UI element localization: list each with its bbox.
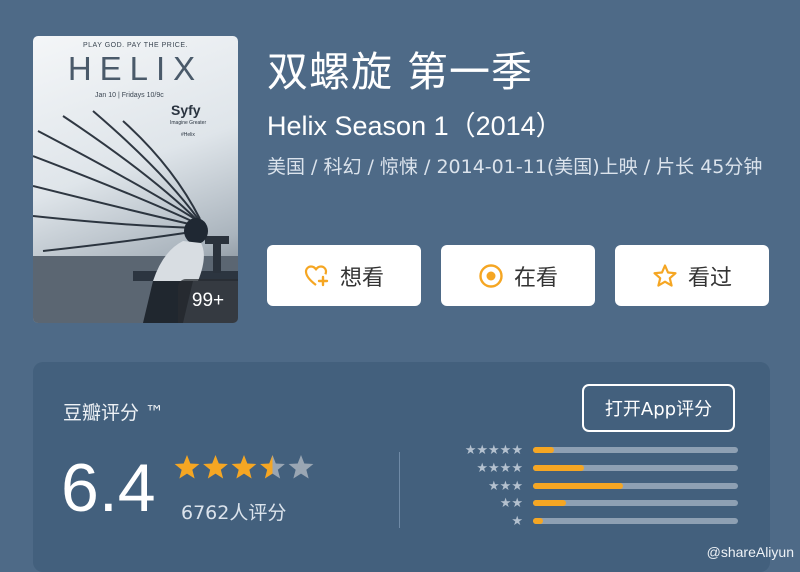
movie-title-en: Helix Season 1（2014） bbox=[267, 111, 563, 141]
want-to-watch-button[interactable]: 想看 bbox=[267, 245, 421, 306]
target-icon bbox=[479, 263, 503, 288]
distribution-stars: ★★★★ bbox=[476, 460, 523, 476]
distribution-track bbox=[533, 482, 738, 489]
want-to-watch-label: 想看 bbox=[339, 265, 384, 291]
star-icon bbox=[288, 455, 314, 479]
distribution-row: ★★ bbox=[453, 496, 743, 512]
distribution-row: ★ bbox=[453, 514, 743, 530]
distribution-row: ★★★★★ bbox=[453, 443, 743, 458]
rating-stars bbox=[174, 455, 314, 479]
distribution-bar bbox=[533, 447, 554, 453]
distribution-track bbox=[533, 518, 738, 525]
star-icon bbox=[203, 455, 228, 479]
poster-network-tagline: Imagine Greater bbox=[170, 120, 207, 126]
distribution-stars: ★★★★★ bbox=[464, 443, 523, 458]
poster-air-info: Jan 10 | Fridays 10/9c bbox=[95, 92, 164, 99]
poster-tagline: PLAY GOD. PAY THE PRICE. bbox=[83, 42, 188, 49]
distribution-bar bbox=[533, 464, 585, 471]
rating-card: 豆瓣评分 ™ 打开App评分 6.4 6762人评分 ★★★★★ ★★★★ ★★★ ★… bbox=[33, 362, 770, 572]
star-outline-icon bbox=[653, 263, 677, 287]
watched-label: 看过 bbox=[687, 265, 732, 291]
watching-label: 在看 bbox=[513, 265, 558, 291]
rating-distribution: ★★★★★ ★★★★ ★★★ ★★ ★ bbox=[453, 443, 753, 545]
star-icon bbox=[231, 455, 257, 479]
distribution-track bbox=[533, 500, 738, 507]
poster-title: HELIX bbox=[67, 50, 204, 87]
rating-score: 6.4 bbox=[61, 450, 156, 526]
poster-hashtag: #Helix bbox=[181, 132, 195, 138]
movie-title-cn: 双螺旋 第一季 bbox=[267, 48, 534, 96]
distribution-stars: ★★★ bbox=[488, 478, 523, 494]
star-icon bbox=[174, 455, 200, 479]
distribution-stars: ★ bbox=[511, 514, 523, 530]
watched-button[interactable]: 看过 bbox=[615, 245, 769, 306]
distribution-stars: ★★ bbox=[499, 496, 523, 512]
distribution-bar bbox=[533, 500, 566, 507]
distribution-bar bbox=[533, 518, 544, 525]
distribution-track bbox=[533, 447, 738, 453]
heart-plus-icon bbox=[304, 264, 329, 286]
rating-count: 6762人评分 bbox=[181, 502, 287, 524]
poster-image[interactable]: PLAY GOD. PAY THE PRICE. HELIX Jan 10 | … bbox=[33, 36, 238, 323]
divider bbox=[399, 452, 400, 528]
distribution-bar bbox=[533, 482, 624, 489]
distribution-row: ★★★★ bbox=[453, 460, 743, 476]
movie-meta: 美国 / 科幻 / 惊悚 / 2014-01-11(美国)上映 / 片长 45分… bbox=[267, 156, 763, 178]
distribution-row: ★★★ bbox=[453, 478, 743, 494]
watermark: @shareAliyun bbox=[706, 544, 794, 560]
distribution-track bbox=[533, 464, 738, 471]
open-app-rate-button[interactable]: 打开App评分 bbox=[582, 384, 735, 432]
star-icon bbox=[260, 455, 285, 479]
douban-rating-label: 豆瓣评分 ™ bbox=[63, 402, 165, 424]
photo-count-badge[interactable]: 99+ bbox=[178, 279, 238, 323]
watching-button[interactable]: 在看 bbox=[441, 245, 595, 306]
poster-network-logo: Syfy bbox=[171, 102, 201, 118]
